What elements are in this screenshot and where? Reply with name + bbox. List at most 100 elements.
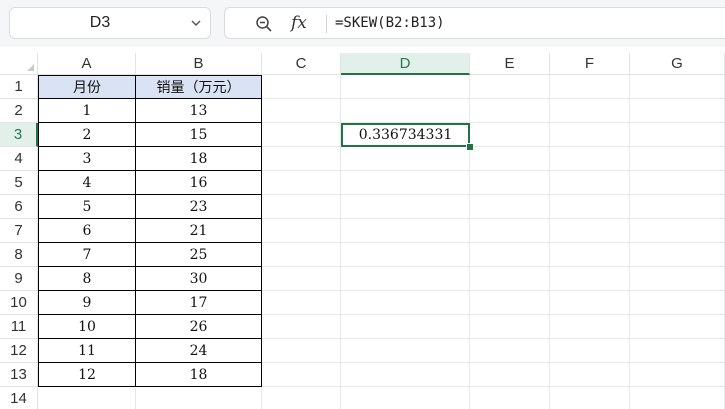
name-box[interactable]: D3 <box>9 7 211 39</box>
cell-c10[interactable] <box>262 291 341 315</box>
cell-f12[interactable] <box>550 339 630 363</box>
cell-e9[interactable] <box>470 267 550 291</box>
cell-a6[interactable]: 5 <box>38 195 136 219</box>
fill-handle[interactable] <box>466 143 474 151</box>
cell-f11[interactable] <box>550 315 630 339</box>
cell-b3[interactable]: 15 <box>136 123 262 147</box>
cell-f3[interactable] <box>550 123 630 147</box>
insert-function-icon[interactable]: fx <box>291 10 307 36</box>
cell-g6[interactable] <box>630 195 725 219</box>
cell-c6[interactable] <box>262 195 341 219</box>
cell-a10[interactable]: 9 <box>38 291 136 315</box>
cell-f10[interactable] <box>550 291 630 315</box>
cell-c8[interactable] <box>262 243 341 267</box>
cell-c11[interactable] <box>262 315 341 339</box>
cell-b10[interactable]: 17 <box>136 291 262 315</box>
row-header-4[interactable]: 4 <box>0 147 38 171</box>
row-header-10[interactable]: 10 <box>0 291 38 315</box>
cell-a1[interactable]: 月份 <box>38 75 136 99</box>
row-header-11[interactable]: 11 <box>0 315 38 339</box>
cell-e6[interactable] <box>470 195 550 219</box>
row-header-8[interactable]: 8 <box>0 243 38 267</box>
cell-b12[interactable]: 24 <box>136 339 262 363</box>
name-box-value[interactable]: D3 <box>10 8 190 38</box>
cell-c1[interactable] <box>262 75 341 99</box>
cell-d2[interactable] <box>341 99 470 123</box>
row-header-9[interactable]: 9 <box>0 267 38 291</box>
cell-f13[interactable] <box>550 363 630 387</box>
row-header-7[interactable]: 7 <box>0 219 38 243</box>
cell-g3[interactable] <box>630 123 725 147</box>
cell-f2[interactable] <box>550 99 630 123</box>
cell-b14[interactable] <box>136 387 262 409</box>
cell-e7[interactable] <box>470 219 550 243</box>
cell-e4[interactable] <box>470 147 550 171</box>
cell-g2[interactable] <box>630 99 725 123</box>
column-header-c[interactable]: C <box>262 53 341 75</box>
cell-b11[interactable]: 26 <box>136 315 262 339</box>
cell-e10[interactable] <box>470 291 550 315</box>
cell-a2[interactable]: 1 <box>38 99 136 123</box>
cell-f1[interactable] <box>550 75 630 99</box>
cell-a3[interactable]: 2 <box>38 123 136 147</box>
cell-e14[interactable] <box>470 387 550 409</box>
cell-g8[interactable] <box>630 243 725 267</box>
formula-input[interactable]: =SKEW(B2:B13) <box>335 8 715 38</box>
cell-g13[interactable] <box>630 363 725 387</box>
row-header-1[interactable]: 1 <box>0 75 38 99</box>
cell-c12[interactable] <box>262 339 341 363</box>
row-header-12[interactable]: 12 <box>0 339 38 363</box>
cell-e13[interactable] <box>470 363 550 387</box>
cell-d11[interactable] <box>341 315 470 339</box>
cell-a12[interactable]: 11 <box>38 339 136 363</box>
cell-a14[interactable] <box>38 387 136 409</box>
cell-d12[interactable] <box>341 339 470 363</box>
cell-c4[interactable] <box>262 147 341 171</box>
cell-b5[interactable]: 16 <box>136 171 262 195</box>
cell-d14[interactable] <box>341 387 470 409</box>
cell-a7[interactable]: 6 <box>38 219 136 243</box>
cell-e5[interactable] <box>470 171 550 195</box>
cell-e3[interactable] <box>470 123 550 147</box>
cell-c9[interactable] <box>262 267 341 291</box>
column-header-d[interactable]: D <box>341 53 470 75</box>
cell-a11[interactable]: 10 <box>38 315 136 339</box>
cell-b8[interactable]: 25 <box>136 243 262 267</box>
cell-c13[interactable] <box>262 363 341 387</box>
cell-g5[interactable] <box>630 171 725 195</box>
cell-a13[interactable]: 12 <box>38 363 136 387</box>
cell-c3[interactable] <box>262 123 341 147</box>
cell-b4[interactable]: 18 <box>136 147 262 171</box>
row-header-6[interactable]: 6 <box>0 195 38 219</box>
cell-c7[interactable] <box>262 219 341 243</box>
cell-f9[interactable] <box>550 267 630 291</box>
cell-e8[interactable] <box>470 243 550 267</box>
cell-e12[interactable] <box>470 339 550 363</box>
cell-b7[interactable]: 21 <box>136 219 262 243</box>
cell-b9[interactable]: 30 <box>136 267 262 291</box>
cell-g1[interactable] <box>630 75 725 99</box>
cell-b1[interactable]: 销量（万元） <box>136 75 262 99</box>
cell-c5[interactable] <box>262 171 341 195</box>
cell-d13[interactable] <box>341 363 470 387</box>
cell-g11[interactable] <box>630 315 725 339</box>
cell-c14[interactable] <box>262 387 341 409</box>
cell-d4[interactable] <box>341 147 470 171</box>
cell-f6[interactable] <box>550 195 630 219</box>
cell-b2[interactable]: 13 <box>136 99 262 123</box>
cell-d7[interactable] <box>341 219 470 243</box>
cell-d9[interactable] <box>341 267 470 291</box>
row-header-2[interactable]: 2 <box>0 99 38 123</box>
cell-a4[interactable]: 3 <box>38 147 136 171</box>
cell-f4[interactable] <box>550 147 630 171</box>
cell-g12[interactable] <box>630 339 725 363</box>
cell-e2[interactable] <box>470 99 550 123</box>
cell-g9[interactable] <box>630 267 725 291</box>
row-header-5[interactable]: 5 <box>0 171 38 195</box>
row-header-3[interactable]: 3 <box>0 123 38 147</box>
column-header-a[interactable]: A <box>38 53 136 75</box>
cell-a5[interactable]: 4 <box>38 171 136 195</box>
cell-d6[interactable] <box>341 195 470 219</box>
cell-a9[interactable]: 8 <box>38 267 136 291</box>
chevron-down-icon[interactable] <box>190 17 202 29</box>
